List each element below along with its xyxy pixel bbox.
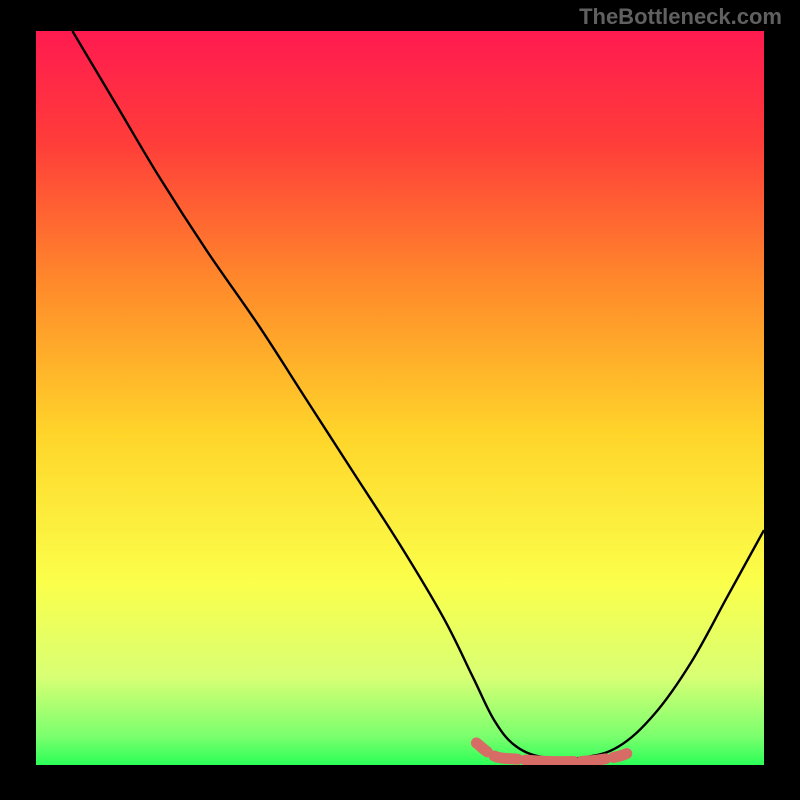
plot-area	[36, 31, 764, 765]
gradient-background	[36, 31, 764, 765]
watermark-text: TheBottleneck.com	[579, 4, 782, 30]
chart-frame: TheBottleneck.com	[0, 0, 800, 800]
bottleneck-chart	[36, 31, 764, 765]
